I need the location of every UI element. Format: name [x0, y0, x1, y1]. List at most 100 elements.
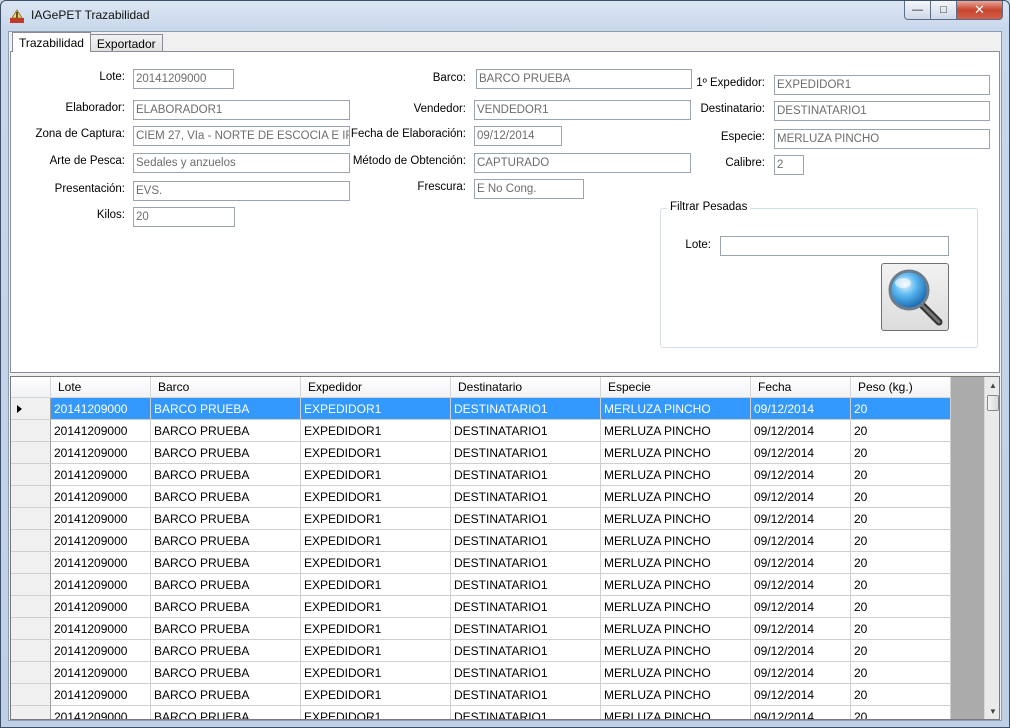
- row-header[interactable]: [11, 640, 51, 662]
- table-row[interactable]: 20141209000 BARCO PRUEBA EXPEDIDOR1 DESTINA…: [11, 618, 951, 640]
- cell-fecha[interactable]: 09/12/2014: [751, 398, 851, 420]
- destinatario-field[interactable]: DESTINATARIO1: [774, 101, 990, 121]
- cell-fecha[interactable]: 09/12/2014: [751, 442, 851, 464]
- row-header[interactable]: [11, 552, 51, 574]
- cell-expedidor[interactable]: EXPEDIDOR1: [301, 662, 451, 684]
- cell-peso[interactable]: 20: [851, 398, 951, 420]
- cell-expedidor[interactable]: EXPEDIDOR1: [301, 684, 451, 706]
- table-row[interactable]: 20141209000 BARCO PRUEBA EXPEDIDOR1 DESTINA…: [11, 486, 951, 508]
- cell-expedidor[interactable]: EXPEDIDOR1: [301, 552, 451, 574]
- title-bar[interactable]: IAGePET Trazabilidad — □ ✕: [1, 1, 1009, 31]
- cell-fecha[interactable]: 09/12/2014: [751, 662, 851, 684]
- cell-fecha[interactable]: 09/12/2014: [751, 464, 851, 486]
- minimize-button[interactable]: —: [904, 1, 931, 20]
- cell-peso[interactable]: 20: [851, 464, 951, 486]
- cell-especie[interactable]: MERLUZA PINCHO: [601, 618, 751, 640]
- row-header[interactable]: [11, 398, 51, 420]
- row-header[interactable]: [11, 486, 51, 508]
- cell-destinatario[interactable]: DESTINATARIO1: [451, 706, 601, 719]
- filter-lote-input[interactable]: [720, 236, 949, 256]
- cell-expedidor[interactable]: EXPEDIDOR1: [301, 464, 451, 486]
- barco-field[interactable]: BARCO PRUEBA: [476, 69, 692, 89]
- cell-expedidor[interactable]: EXPEDIDOR1: [301, 530, 451, 552]
- cell-lote[interactable]: 20141209000: [51, 640, 151, 662]
- table-row[interactable]: 20141209000 BARCO PRUEBA EXPEDIDOR1 DESTINA…: [11, 552, 951, 574]
- cell-especie[interactable]: MERLUZA PINCHO: [601, 398, 751, 420]
- cell-fecha[interactable]: 09/12/2014: [751, 596, 851, 618]
- cell-peso[interactable]: 20: [851, 508, 951, 530]
- cell-destinatario[interactable]: DESTINATARIO1: [451, 596, 601, 618]
- cell-fecha[interactable]: 09/12/2014: [751, 684, 851, 706]
- presentacion-field[interactable]: EVS.: [133, 181, 350, 201]
- cell-fecha[interactable]: 09/12/2014: [751, 530, 851, 552]
- cell-peso[interactable]: 20: [851, 596, 951, 618]
- table-row[interactable]: 20141209000 BARCO PRUEBA EXPEDIDOR1 DESTINA…: [11, 530, 951, 552]
- cell-especie[interactable]: MERLUZA PINCHO: [601, 530, 751, 552]
- cell-especie[interactable]: MERLUZA PINCHO: [601, 596, 751, 618]
- cell-destinatario[interactable]: DESTINATARIO1: [451, 684, 601, 706]
- cell-lote[interactable]: 20141209000: [51, 442, 151, 464]
- cell-barco[interactable]: BARCO PRUEBA: [151, 508, 301, 530]
- cell-especie[interactable]: MERLUZA PINCHO: [601, 706, 751, 719]
- cell-expedidor[interactable]: EXPEDIDOR1: [301, 574, 451, 596]
- cell-especie[interactable]: MERLUZA PINCHO: [601, 420, 751, 442]
- scroll-thumb[interactable]: [987, 395, 999, 411]
- row-header[interactable]: [11, 420, 51, 442]
- tab-trazabilidad[interactable]: Trazabilidad: [12, 32, 91, 52]
- row-header[interactable]: [11, 530, 51, 552]
- cell-fecha[interactable]: 09/12/2014: [751, 508, 851, 530]
- cell-barco[interactable]: BARCO PRUEBA: [151, 596, 301, 618]
- cell-barco[interactable]: BARCO PRUEBA: [151, 640, 301, 662]
- cell-barco[interactable]: BARCO PRUEBA: [151, 420, 301, 442]
- table-row[interactable]: 20141209000 BARCO PRUEBA EXPEDIDOR1 DESTINA…: [11, 662, 951, 684]
- metodo-obtencion-field[interactable]: CAPTURADO: [474, 153, 691, 173]
- cell-expedidor[interactable]: EXPEDIDOR1: [301, 618, 451, 640]
- cell-fecha[interactable]: 09/12/2014: [751, 706, 851, 719]
- cell-especie[interactable]: MERLUZA PINCHO: [601, 442, 751, 464]
- cell-destinatario[interactable]: DESTINATARIO1: [451, 530, 601, 552]
- cell-especie[interactable]: MERLUZA PINCHO: [601, 508, 751, 530]
- scroll-up-arrow[interactable]: ▲: [985, 377, 999, 393]
- zona-captura-field[interactable]: CIEM 27, VIa - NORTE DE ESCOCIA E IRLA: [133, 126, 350, 146]
- cell-peso[interactable]: 20: [851, 486, 951, 508]
- row-header[interactable]: [11, 508, 51, 530]
- cell-lote[interactable]: 20141209000: [51, 486, 151, 508]
- cell-expedidor[interactable]: EXPEDIDOR1: [301, 442, 451, 464]
- row-header[interactable]: [11, 596, 51, 618]
- pesadas-grid[interactable]: Lote Barco Expedidor Destinatario Especi…: [10, 376, 1000, 720]
- table-row[interactable]: 20141209000 BARCO PRUEBA EXPEDIDOR1 DESTINA…: [11, 442, 951, 464]
- cell-peso[interactable]: 20: [851, 552, 951, 574]
- elaborador-field[interactable]: ELABORADOR1: [133, 100, 350, 120]
- scroll-down-arrow[interactable]: ▼: [985, 703, 999, 719]
- vendedor-field[interactable]: VENDEDOR1: [474, 100, 691, 120]
- search-button[interactable]: [881, 263, 949, 331]
- cell-peso[interactable]: 20: [851, 684, 951, 706]
- cell-destinatario[interactable]: DESTINATARIO1: [451, 464, 601, 486]
- frescura-field[interactable]: E No Cong.: [474, 179, 584, 199]
- cell-destinatario[interactable]: DESTINATARIO1: [451, 618, 601, 640]
- cell-especie[interactable]: MERLUZA PINCHO: [601, 574, 751, 596]
- cell-expedidor[interactable]: EXPEDIDOR1: [301, 420, 451, 442]
- cell-especie[interactable]: MERLUZA PINCHO: [601, 486, 751, 508]
- close-button[interactable]: ✕: [957, 1, 1003, 20]
- row-header[interactable]: [11, 574, 51, 596]
- cell-peso[interactable]: 20: [851, 530, 951, 552]
- cell-fecha[interactable]: 09/12/2014: [751, 640, 851, 662]
- column-header-peso[interactable]: Peso (kg.): [851, 377, 951, 398]
- table-row[interactable]: 20141209000 BARCO PRUEBA EXPEDIDOR1 DESTINA…: [11, 706, 951, 719]
- cell-destinatario[interactable]: DESTINATARIO1: [451, 508, 601, 530]
- table-row[interactable]: 20141209000 BARCO PRUEBA EXPEDIDOR1 DESTINA…: [11, 574, 951, 596]
- cell-lote[interactable]: 20141209000: [51, 618, 151, 640]
- cell-lote[interactable]: 20141209000: [51, 508, 151, 530]
- cell-peso[interactable]: 20: [851, 420, 951, 442]
- cell-lote[interactable]: 20141209000: [51, 530, 151, 552]
- cell-barco[interactable]: BARCO PRUEBA: [151, 662, 301, 684]
- table-row[interactable]: 20141209000 BARCO PRUEBA EXPEDIDOR1 DESTINA…: [11, 684, 951, 706]
- cell-lote[interactable]: 20141209000: [51, 684, 151, 706]
- cell-fecha[interactable]: 09/12/2014: [751, 618, 851, 640]
- cell-fecha[interactable]: 09/12/2014: [751, 574, 851, 596]
- cell-barco[interactable]: BARCO PRUEBA: [151, 486, 301, 508]
- fecha-elaboracion-field[interactable]: 09/12/2014: [474, 126, 562, 146]
- cell-especie[interactable]: MERLUZA PINCHO: [601, 464, 751, 486]
- cell-lote[interactable]: 20141209000: [51, 464, 151, 486]
